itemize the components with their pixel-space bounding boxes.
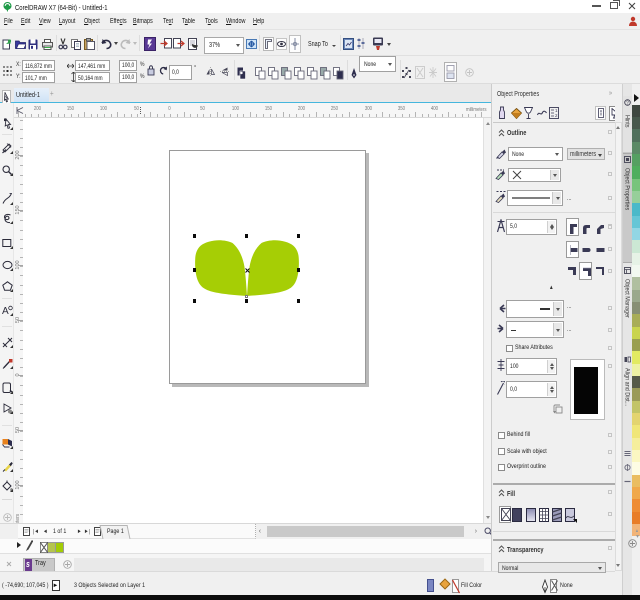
svg-text:A: A bbox=[2, 306, 9, 316]
svg-text:?: ? bbox=[626, 100, 629, 106]
svg-text:2: 2 bbox=[555, 113, 558, 118]
